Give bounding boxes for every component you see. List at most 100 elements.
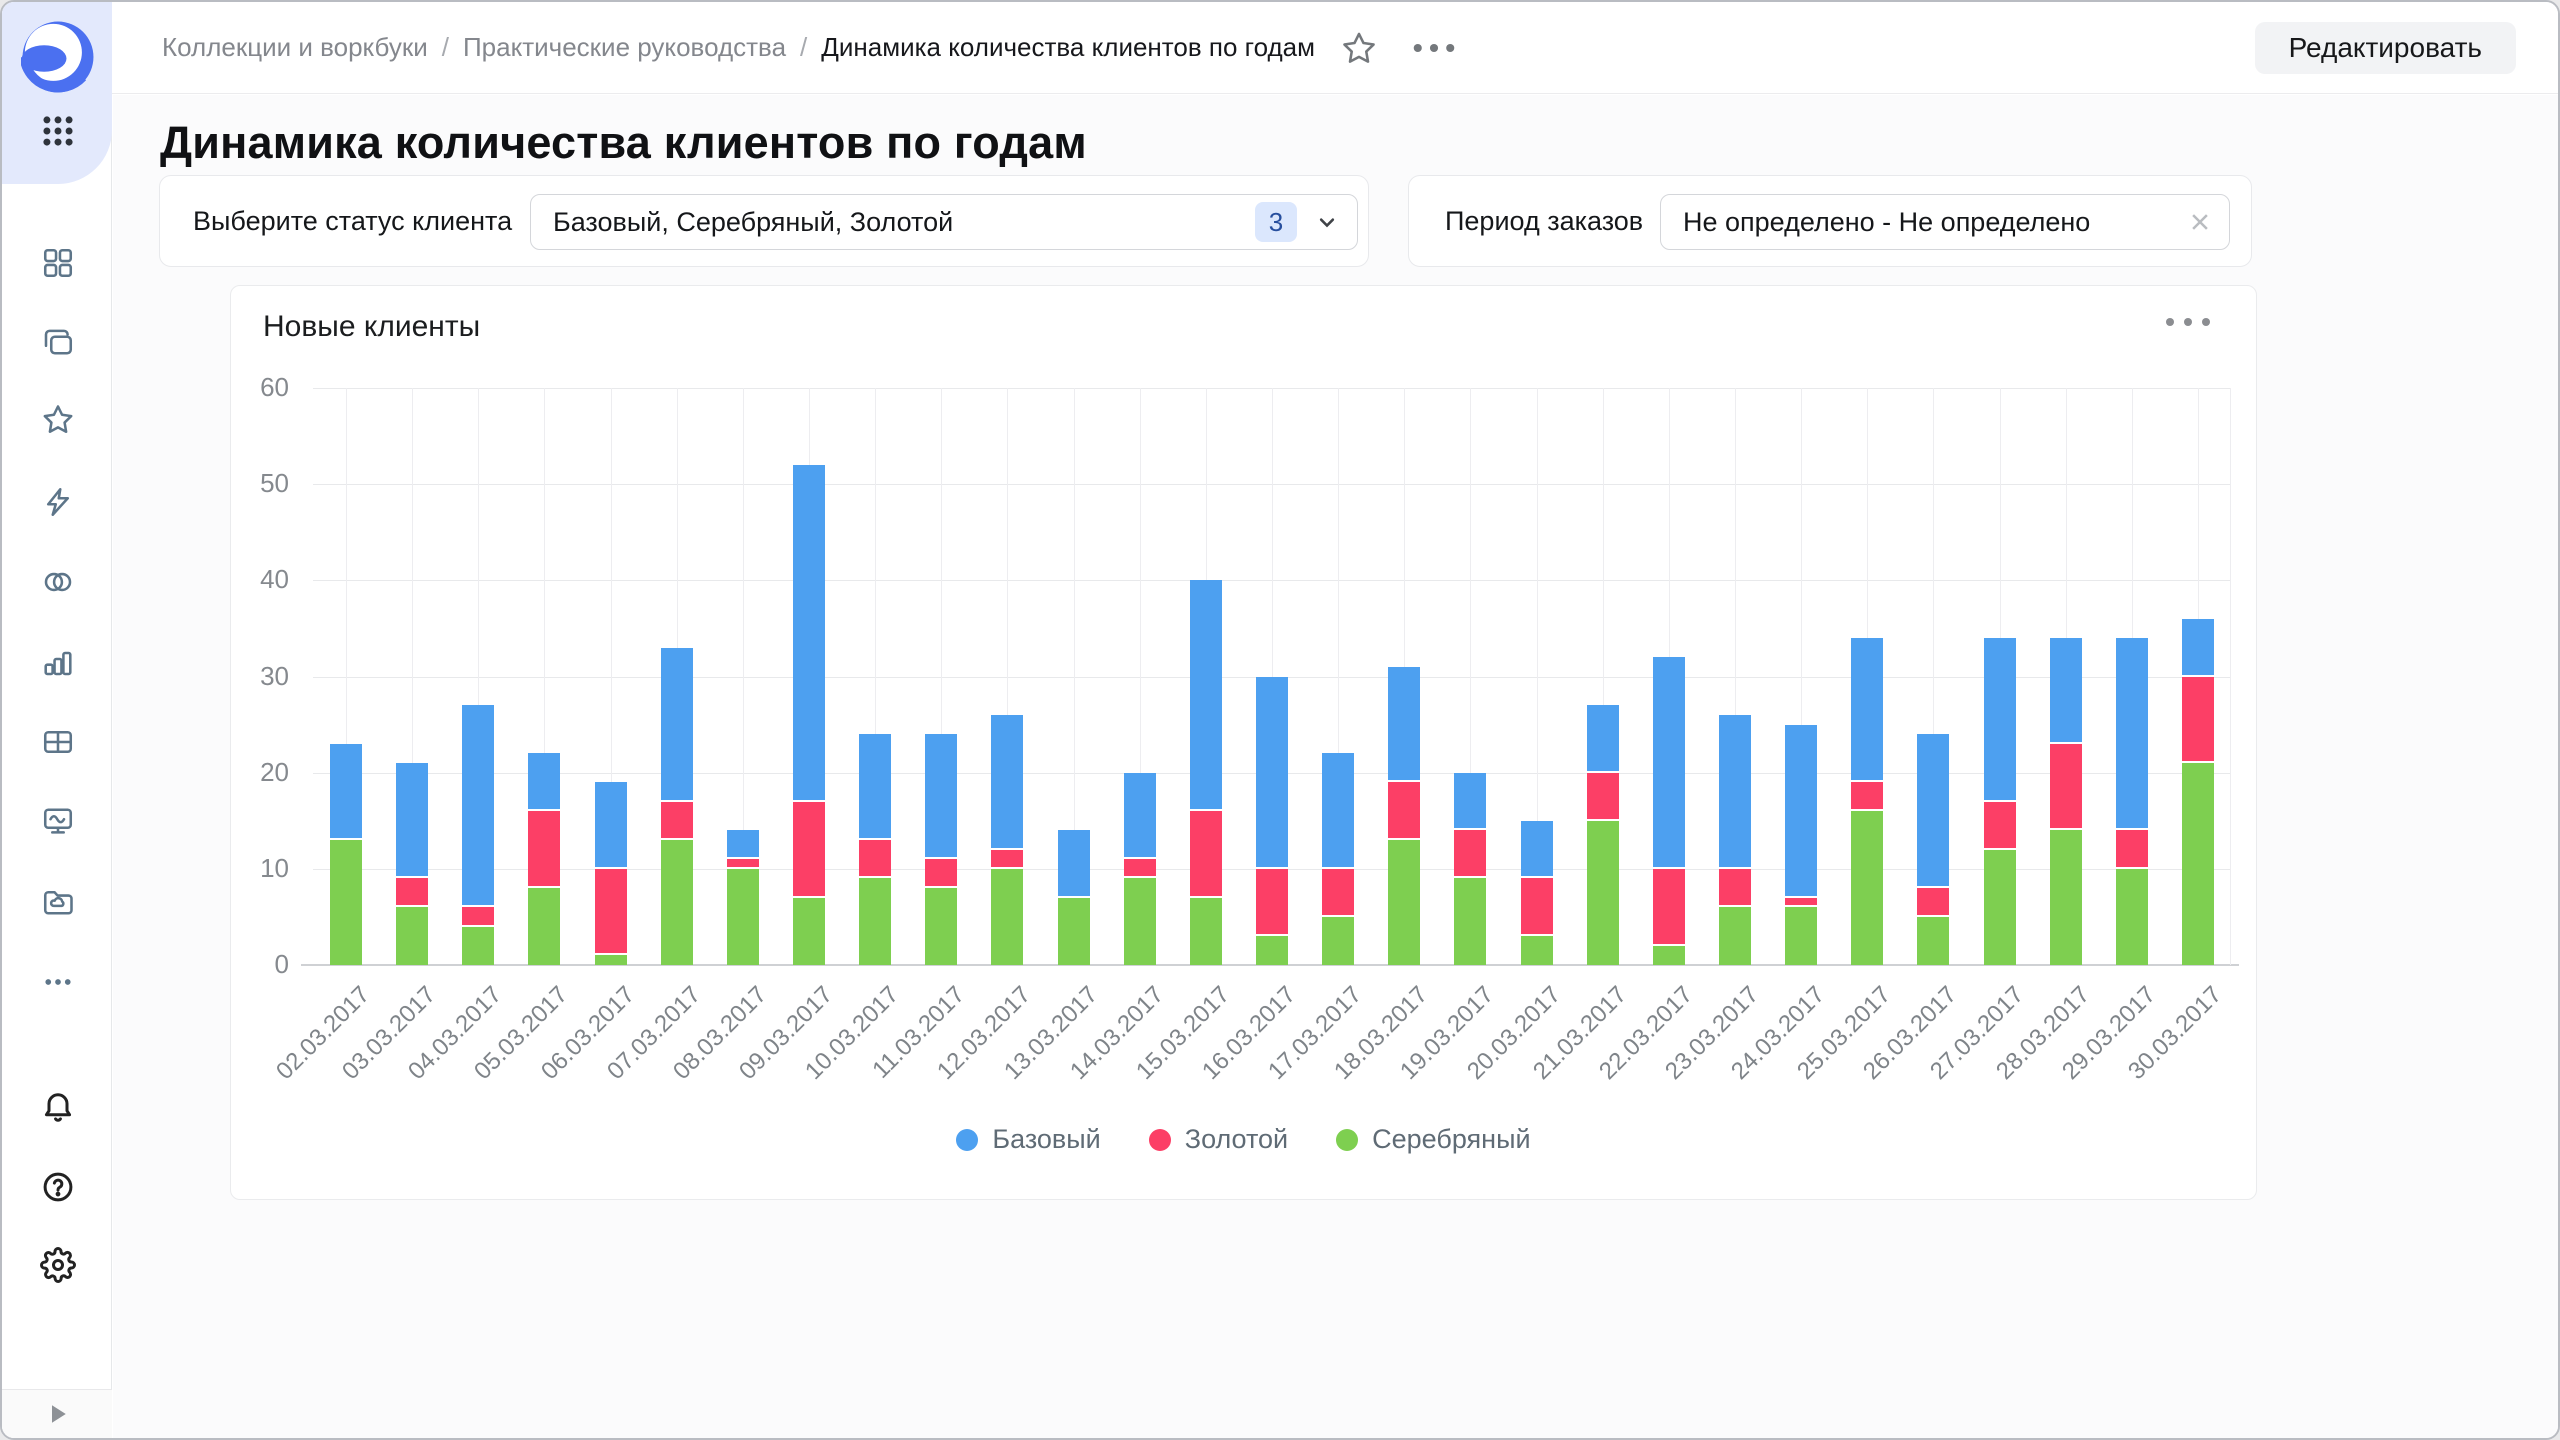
bar-segment-Базовый[interactable] [595, 782, 627, 869]
datalens-logo-icon[interactable] [21, 20, 95, 94]
bar-segment-Золотой[interactable] [661, 802, 693, 840]
bar-segment-Серебряный[interactable] [462, 927, 494, 965]
bar-segment-Серебряный[interactable] [1719, 907, 1751, 965]
bar-segment-Золотой[interactable] [793, 802, 825, 898]
bar-segment-Золотой[interactable] [462, 907, 494, 926]
bar-segment-Серебряный[interactable] [2182, 763, 2214, 965]
bar-segment-Серебряный[interactable] [2116, 869, 2148, 965]
bar-segment-Базовый[interactable] [727, 830, 759, 859]
bar-segment-Серебряный[interactable] [1322, 917, 1354, 965]
bar-segment-Золотой[interactable] [991, 850, 1023, 869]
bar-segment-Золотой[interactable] [1917, 888, 1949, 917]
collections-icon[interactable] [40, 324, 76, 360]
bar-segment-Базовый[interactable] [2050, 638, 2082, 744]
bar-segment-Базовый[interactable] [1917, 734, 1949, 888]
bar-segment-Золотой[interactable] [1719, 869, 1751, 907]
bar-segment-Серебряный[interactable] [1587, 821, 1619, 965]
bar-segment-Серебряный[interactable] [1058, 898, 1090, 965]
bar-segment-Базовый[interactable] [396, 763, 428, 878]
storage-folder-icon[interactable] [40, 884, 76, 920]
bar-segment-Золотой[interactable] [1322, 869, 1354, 917]
favorite-star-icon[interactable] [1341, 30, 1377, 66]
bar-segment-Базовый[interactable] [1388, 667, 1420, 782]
bar-segment-Базовый[interactable] [1322, 753, 1354, 868]
bar-segment-Базовый[interactable] [991, 715, 1023, 850]
bar-segment-Базовый[interactable] [859, 734, 891, 840]
bar-segment-Базовый[interactable] [661, 648, 693, 802]
bar-segment-Серебряный[interactable] [2050, 830, 2082, 965]
bar-segment-Базовый[interactable] [528, 753, 560, 811]
bar-segment-Базовый[interactable] [1653, 657, 1685, 869]
charts-icon[interactable] [40, 644, 76, 680]
bar-segment-Базовый[interactable] [1851, 638, 1883, 782]
legend-item-Золотой[interactable]: Золотой [1149, 1124, 1288, 1155]
expand-panel-icon[interactable] [42, 1399, 72, 1429]
bar-segment-Золотой[interactable] [925, 859, 957, 888]
bar-segment-Серебряный[interactable] [793, 898, 825, 965]
bar-segment-Золотой[interactable] [1256, 869, 1288, 936]
bar-segment-Серебряный[interactable] [859, 878, 891, 965]
bar-segment-Базовый[interactable] [2182, 619, 2214, 677]
legend-item-Серебряный[interactable]: Серебряный [1336, 1124, 1530, 1155]
bar-segment-Серебряный[interactable] [925, 888, 957, 965]
breadcrumb-item-guides[interactable]: Практические руководства [463, 32, 786, 63]
entry-more-actions-icon[interactable] [1411, 41, 1457, 55]
status-select[interactable]: Базовый, Серебряный, Золотой 3 [530, 194, 1358, 250]
favorites-star-icon[interactable] [40, 402, 76, 438]
bar-segment-Золотой[interactable] [1851, 782, 1883, 811]
bar-segment-Серебряный[interactable] [1521, 936, 1553, 965]
bar-segment-Золотой[interactable] [1785, 898, 1817, 908]
bar-segment-Золотой[interactable] [1124, 859, 1156, 878]
bar-segment-Серебряный[interactable] [1388, 840, 1420, 965]
bar-segment-Серебряный[interactable] [1653, 946, 1685, 965]
breadcrumb-item-collections[interactable]: Коллекции и воркбуки [162, 32, 428, 63]
bar-segment-Серебряный[interactable] [991, 869, 1023, 965]
notifications-bell-icon[interactable] [40, 1088, 76, 1124]
bar-segment-Серебряный[interactable] [1851, 811, 1883, 965]
bar-segment-Золотой[interactable] [859, 840, 891, 878]
bar-segment-Золотой[interactable] [528, 811, 560, 888]
bar-segment-Серебряный[interactable] [1454, 878, 1486, 965]
legend-item-Базовый[interactable]: Базовый [956, 1124, 1100, 1155]
bar-segment-Серебряный[interactable] [1190, 898, 1222, 965]
chart-more-actions-icon[interactable] [2160, 312, 2216, 332]
bar-segment-Серебряный[interactable] [595, 955, 627, 965]
bar-segment-Серебряный[interactable] [396, 907, 428, 965]
bar-segment-Базовый[interactable] [1058, 830, 1090, 897]
edit-button[interactable]: Редактировать [2255, 22, 2516, 74]
tables-icon[interactable] [40, 724, 76, 760]
bar-segment-Базовый[interactable] [1984, 638, 2016, 801]
bar-segment-Золотой[interactable] [1984, 802, 2016, 850]
clear-icon[interactable] [2185, 207, 2215, 237]
editor-icon[interactable] [40, 803, 76, 839]
bar-segment-Золотой[interactable] [1388, 782, 1420, 840]
bar-segment-Базовый[interactable] [1454, 773, 1486, 831]
help-icon[interactable] [40, 1169, 76, 1205]
bar-segment-Базовый[interactable] [1190, 580, 1222, 811]
bar-segment-Серебряный[interactable] [1124, 878, 1156, 965]
bar-segment-Золотой[interactable] [2182, 677, 2214, 764]
bar-segment-Серебряный[interactable] [661, 840, 693, 965]
bar-segment-Серебряный[interactable] [330, 840, 362, 965]
bar-segment-Золотой[interactable] [1521, 878, 1553, 936]
bar-segment-Золотой[interactable] [2050, 744, 2082, 831]
bar-segment-Серебряный[interactable] [1256, 936, 1288, 965]
bar-segment-Золотой[interactable] [1587, 773, 1619, 821]
bar-segment-Золотой[interactable] [727, 859, 759, 869]
period-input[interactable]: Не определено - Не определено [1660, 194, 2230, 250]
bar-segment-Базовый[interactable] [1785, 725, 1817, 898]
bar-segment-Базовый[interactable] [1719, 715, 1751, 869]
settings-gear-icon[interactable] [40, 1247, 76, 1283]
more-services-icon[interactable] [40, 964, 76, 1000]
bar-segment-Золотой[interactable] [1454, 830, 1486, 878]
dashboards-grid-icon[interactable] [40, 245, 76, 281]
bar-segment-Базовый[interactable] [1256, 677, 1288, 869]
bar-segment-Серебряный[interactable] [727, 869, 759, 965]
bar-segment-Базовый[interactable] [330, 744, 362, 840]
connections-icon[interactable] [40, 484, 76, 520]
bar-segment-Базовый[interactable] [793, 465, 825, 802]
bar-segment-Базовый[interactable] [1124, 773, 1156, 860]
bar-segment-Серебряный[interactable] [1785, 907, 1817, 965]
bar-segment-Золотой[interactable] [595, 869, 627, 956]
bar-segment-Базовый[interactable] [1587, 705, 1619, 772]
